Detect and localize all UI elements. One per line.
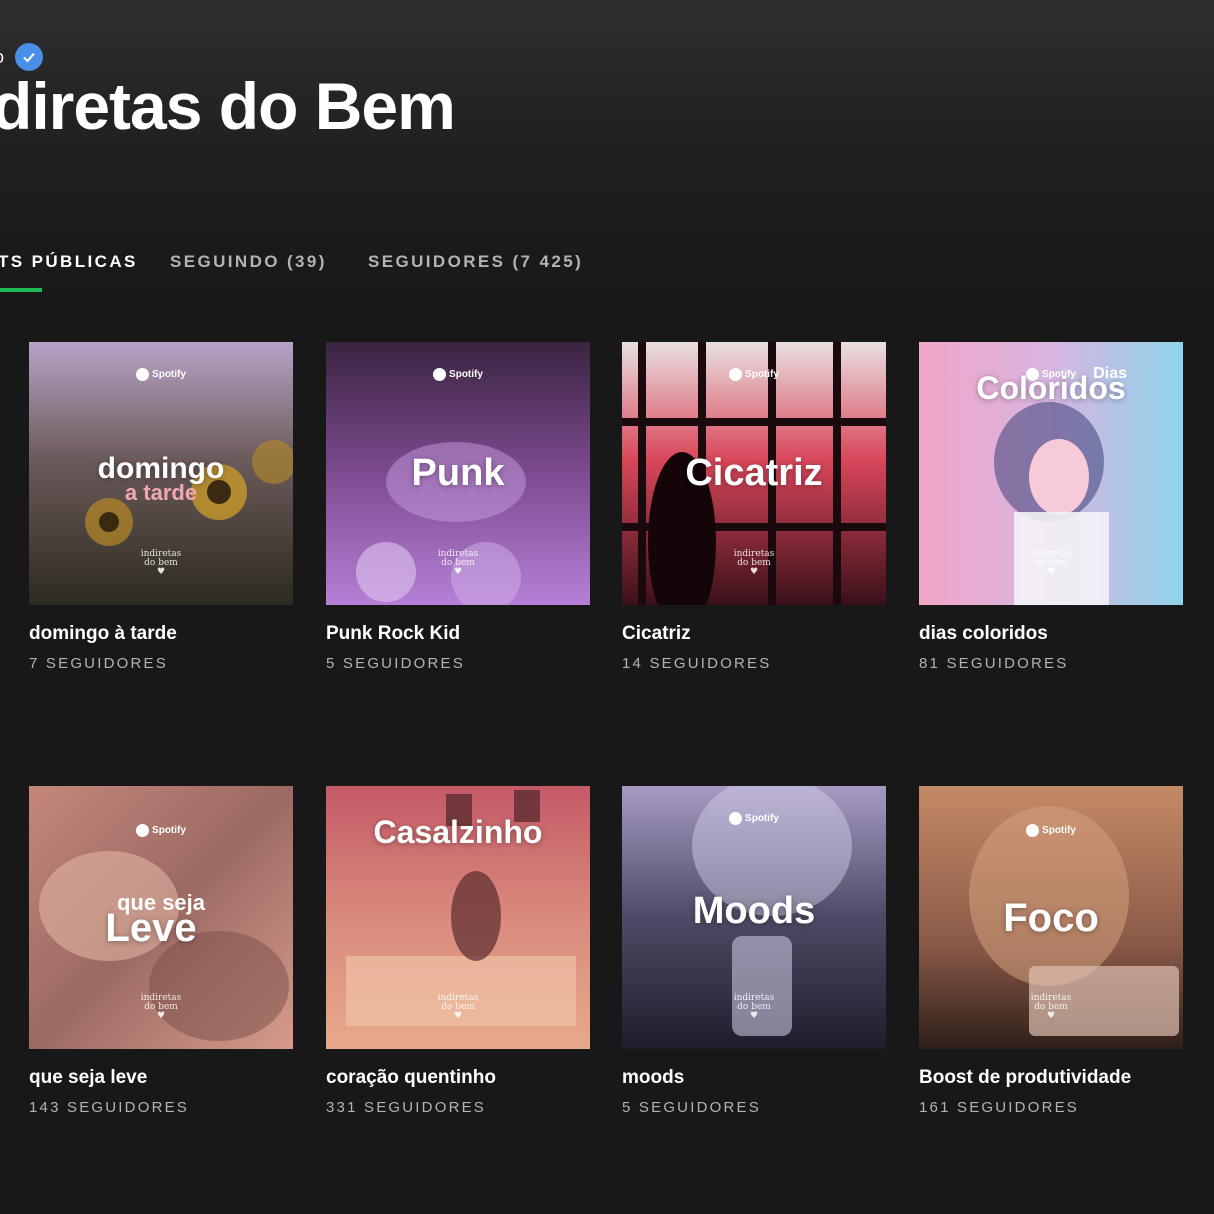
brand-logo: indiretas do bem ♥: [733, 993, 775, 1021]
playlist-cover[interactable]: Spotify Punk indiretas do bem ♥: [326, 342, 590, 605]
tab-public-playlists[interactable]: TS PÚBLICAS: [0, 252, 138, 272]
playlist-card[interactable]: Spotify domingo a tarde indiretas do bem ♥…: [29, 342, 293, 672]
playlist-card[interactable]: Spotify que seja Leve indiretas do bem ♥ q…: [29, 786, 293, 1116]
playlist-name[interactable]: moods: [622, 1067, 886, 1089]
active-tab-indicator: [0, 288, 42, 292]
cover-title: Casalzinho: [373, 814, 543, 850]
cover-title: Cicatriz: [685, 452, 823, 494]
page-title: diretas do Bem: [0, 69, 456, 143]
playlist-card[interactable]: Spotify Cicatriz indiretas do bem ♥ Cicatr…: [622, 342, 886, 672]
cover-title: Punk: [411, 452, 505, 494]
playlist-followers: 331 SEGUIDORES: [326, 1099, 487, 1116]
spotify-logo-icon: Spotify: [919, 824, 1183, 837]
playlist-cover[interactable]: Spotify Foco indiretas do bem ♥: [919, 786, 1183, 1049]
brand-logo: indiretas do bem ♥: [437, 993, 479, 1021]
playlist-followers: 143 SEGUIDORES: [29, 1099, 190, 1116]
playlist-name[interactable]: que seja leve: [29, 1067, 293, 1089]
playlist-card[interactable]: Spotify Foco indiretas do bem ♥ Boost de p…: [919, 786, 1183, 1116]
playlist-followers: 161 SEGUIDORES: [919, 1099, 1080, 1116]
playlist-followers: 7 SEGUIDORES: [29, 655, 168, 672]
cover-title: Foco: [1003, 896, 1099, 940]
playlist-name[interactable]: Cicatriz: [622, 623, 886, 645]
spotify-logo-icon: Spotify: [29, 368, 293, 381]
playlist-followers: 14 SEGUIDORES: [622, 655, 772, 672]
playlist-name[interactable]: domingo à tarde: [29, 623, 293, 645]
playlist-name[interactable]: Punk Rock Kid: [326, 623, 590, 645]
playlist-cover[interactable]: Casalzinho indiretas do bem ♥: [326, 786, 590, 1049]
brand-logo: indiretas do bem ♥: [437, 549, 479, 577]
cover-title: Leve: [105, 906, 197, 950]
playlist-cover[interactable]: Spotify domingo a tarde indiretas do bem ♥: [29, 342, 293, 605]
brand-logo: indiretas do bem ♥: [140, 549, 182, 577]
playlist-followers: 81 SEGUIDORES: [919, 655, 1069, 672]
brand-logo: indiretas do bem ♥: [733, 549, 775, 577]
tab-following[interactable]: SEGUINDO (39): [170, 252, 327, 272]
spotify-logo-icon: Spotify: [622, 368, 886, 381]
playlist-card[interactable]: Spotify Moods indiretas do bem ♥ moods 5 S…: [622, 786, 886, 1116]
playlist-name[interactable]: Boost de produtividade: [919, 1067, 1183, 1089]
playlist-name[interactable]: coração quentinho: [326, 1067, 590, 1089]
cover-subtitle: a tarde: [124, 480, 198, 505]
playlist-cover[interactable]: Spotify Moods indiretas do bem ♥: [622, 786, 886, 1049]
playlist-followers: 5 SEGUIDORES: [326, 655, 465, 672]
verified-label: o: [0, 47, 5, 68]
spotify-logo-icon: Spotify: [326, 368, 590, 381]
cover-title: Moods: [692, 890, 816, 932]
playlist-name[interactable]: dias coloridos: [919, 623, 1183, 645]
brand-logo: indiretas do bem ♥: [140, 993, 182, 1021]
playlist-card[interactable]: Spotify Dias Coloridos indiretas do bem ♥ …: [919, 342, 1183, 672]
cover-title: Coloridos: [976, 370, 1126, 406]
playlist-cover[interactable]: Spotify Cicatriz indiretas do bem ♥: [622, 342, 886, 605]
brand-logo: indiretas do bem ♥: [1030, 549, 1072, 577]
playlist-card[interactable]: Casalzinho indiretas do bem ♥ coração quen…: [326, 786, 590, 1116]
playlist-cover[interactable]: Spotify Dias Coloridos indiretas do bem ♥: [919, 342, 1183, 605]
tab-followers[interactable]: SEGUIDORES (7 425): [368, 252, 583, 272]
playlist-card[interactable]: Spotify Punk indiretas do bem ♥ Punk Rock …: [326, 342, 590, 672]
playlist-cover[interactable]: Spotify que seja Leve indiretas do bem ♥: [29, 786, 293, 1049]
brand-logo: indiretas do bem ♥: [1030, 993, 1072, 1021]
spotify-logo-icon: Spotify: [29, 824, 293, 837]
spotify-logo-icon: Spotify: [622, 812, 886, 825]
playlist-followers: 5 SEGUIDORES: [622, 1099, 761, 1116]
